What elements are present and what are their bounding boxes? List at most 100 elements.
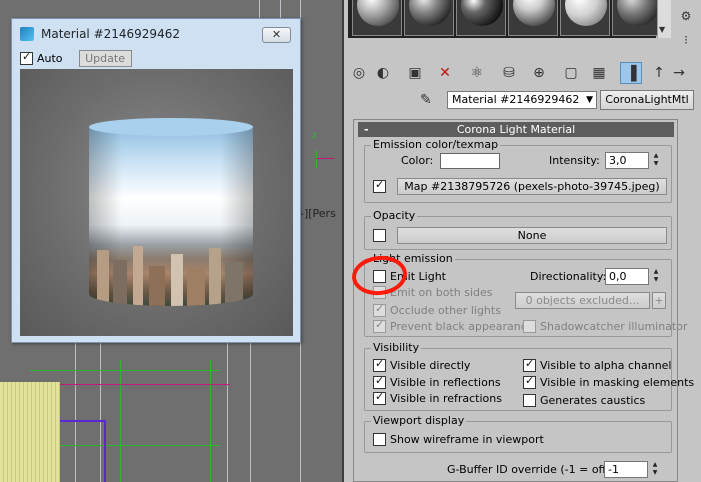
go-forward-icon[interactable]: → bbox=[668, 62, 690, 84]
app-logo-icon bbox=[20, 27, 34, 41]
visible-masking-label: Visible in masking elements bbox=[540, 376, 695, 389]
preview-toolbar: Auto Update bbox=[20, 49, 294, 67]
emission-group: Emission color/texmap Color: Intensity: … bbox=[364, 138, 672, 203]
rollout-header[interactable]: - Corona Light Material bbox=[358, 122, 674, 137]
viewport-display-group: Viewport display Show wireframe in viewp… bbox=[364, 414, 672, 453]
show-shaded-icon[interactable]: ▢ bbox=[560, 62, 582, 84]
corona-light-material-rollout: - Corona Light Material Emission color/t… bbox=[353, 119, 694, 482]
emission-color-swatch[interactable] bbox=[440, 153, 500, 169]
wire-line bbox=[210, 360, 211, 482]
visible-directly-label: Visible directly bbox=[390, 359, 471, 372]
material-name-field[interactable]: Material #2146929462 ▼ bbox=[447, 91, 597, 109]
gbuffer-label: G-Buffer ID override (-1 = off): bbox=[447, 463, 615, 476]
sample-slot[interactable] bbox=[612, 0, 662, 36]
visible-alpha-checkbox[interactable] bbox=[523, 357, 536, 372]
opacity-map-button[interactable]: None bbox=[397, 227, 667, 244]
directionality-input[interactable]: 0,0 bbox=[605, 268, 649, 285]
go-to-parent-icon[interactable]: ↑ bbox=[648, 62, 670, 84]
make-unique-icon[interactable]: ⚛ bbox=[466, 62, 488, 84]
visible-directly-checkbox[interactable] bbox=[373, 357, 386, 372]
grid-line bbox=[280, 0, 281, 20]
sample-slot[interactable] bbox=[456, 0, 506, 36]
intensity-spinner[interactable]: ▲ ▼ bbox=[651, 152, 661, 169]
show-map-icon[interactable]: ▦ bbox=[588, 62, 610, 84]
visible-refractions-label: Visible in refractions bbox=[390, 392, 502, 405]
emit-both-sides-label: Emit on both sides bbox=[390, 286, 493, 299]
update-button[interactable]: Update bbox=[78, 49, 132, 67]
shadowcatcher-label: Shadowcatcher illuminator bbox=[540, 320, 688, 333]
preview-title-bar[interactable]: Material #2146929462 bbox=[12, 19, 300, 49]
visibility-group: Visibility Visible directly Visible to a… bbox=[364, 341, 694, 411]
grid-line bbox=[259, 0, 260, 20]
gbuffer-spinner[interactable]: ▲ ▼ bbox=[650, 461, 660, 478]
reset-map-icon[interactable]: ✕ bbox=[434, 62, 456, 84]
opacity-group-title: Opacity bbox=[371, 209, 418, 222]
chevron-down-icon[interactable]: ▼ bbox=[586, 92, 593, 108]
show-end-result-icon[interactable]: ▐ bbox=[620, 62, 642, 84]
excluded-objects-button[interactable]: 0 objects excluded... bbox=[515, 292, 650, 309]
sample-slots bbox=[348, 0, 662, 38]
visible-alpha-label: Visible to alpha channel bbox=[540, 359, 672, 372]
material-id-channel-icon[interactable]: ⊕ bbox=[528, 62, 550, 84]
generates-caustics-checkbox[interactable] bbox=[523, 394, 536, 407]
sample-uv-icon[interactable]: ⁝ bbox=[678, 32, 694, 48]
visible-reflections-checkbox[interactable] bbox=[373, 374, 386, 389]
preview-cylinder bbox=[89, 126, 253, 306]
visibility-group-title: Visibility bbox=[371, 341, 422, 354]
sample-slot[interactable] bbox=[404, 0, 454, 36]
wire-line bbox=[30, 370, 220, 371]
directionality-label: Directionality: bbox=[530, 270, 607, 283]
sphere-options-icon[interactable]: ⚙ bbox=[678, 8, 694, 24]
grid-line bbox=[100, 343, 101, 482]
put-to-scene-icon[interactable]: ◐ bbox=[372, 62, 394, 84]
eyedropper-icon[interactable]: ✎ bbox=[420, 91, 438, 109]
wire-line bbox=[120, 360, 121, 482]
material-editor-toolbar: ◎ ◐ ▣ ✕ ⚛ ⛁ ⊕ ▢ ▦ ▐ ↑ → bbox=[348, 62, 693, 86]
viewport-object bbox=[0, 382, 60, 482]
collapse-icon[interactable]: - bbox=[364, 122, 369, 137]
light-emission-group: Light emission Emit Light Directionality… bbox=[364, 252, 688, 337]
emission-group-title: Emission color/texmap bbox=[371, 138, 501, 151]
auto-label: Auto bbox=[37, 51, 63, 65]
axis-line bbox=[316, 150, 317, 168]
auto-checkbox[interactable] bbox=[20, 50, 33, 65]
emission-map-checkbox[interactable] bbox=[373, 178, 386, 193]
get-material-icon[interactable]: ◎ bbox=[348, 62, 370, 84]
chevron-down-icon[interactable]: ▼ bbox=[659, 25, 665, 34]
show-wireframe-checkbox[interactable] bbox=[373, 433, 386, 446]
emission-map-button[interactable]: Map #2138795726 (pexels-photo-39745.jpeg… bbox=[397, 178, 667, 195]
gbuffer-input[interactable]: -1 bbox=[604, 461, 648, 478]
axis-z-label: z bbox=[312, 131, 317, 141]
put-to-library-icon[interactable]: ⛁ bbox=[498, 62, 520, 84]
opacity-map-checkbox[interactable] bbox=[373, 229, 386, 242]
material-preview-window[interactable]: Material #2146929462 ✕ Auto Update bbox=[11, 18, 301, 343]
grid-line bbox=[227, 343, 228, 482]
visible-refractions-checkbox[interactable] bbox=[373, 390, 386, 405]
add-exclusion-button[interactable]: + bbox=[652, 292, 666, 309]
wire-line bbox=[104, 420, 106, 482]
close-icon[interactable]: ✕ bbox=[262, 27, 291, 43]
occlude-lights-checkbox[interactable] bbox=[373, 302, 386, 317]
sample-slot[interactable] bbox=[352, 0, 402, 36]
visible-reflections-label: Visible in reflections bbox=[390, 376, 501, 389]
opacity-group: Opacity None bbox=[364, 209, 672, 250]
sample-slot[interactable] bbox=[508, 0, 558, 36]
material-preview-render bbox=[20, 69, 293, 336]
visible-masking-checkbox[interactable] bbox=[523, 374, 536, 389]
occlude-lights-label: Occlude other lights bbox=[390, 304, 501, 317]
rollout-title: Corona Light Material bbox=[456, 123, 576, 136]
shadowcatcher-checkbox[interactable] bbox=[523, 320, 536, 333]
assign-to-selection-icon[interactable]: ▣ bbox=[404, 62, 426, 84]
color-label: Color: bbox=[401, 154, 434, 167]
viewport-label[interactable]: -][Pers bbox=[300, 207, 336, 220]
directionality-spinner[interactable]: ▲ ▼ bbox=[651, 268, 661, 285]
prevent-black-checkbox[interactable] bbox=[373, 318, 386, 333]
axis-line bbox=[316, 158, 334, 159]
grid-line bbox=[75, 343, 76, 482]
intensity-input[interactable]: 3,0 bbox=[605, 152, 649, 169]
material-type-button[interactable]: CoronaLightMtl bbox=[600, 90, 694, 110]
wire-line bbox=[60, 420, 105, 422]
sample-slot[interactable] bbox=[560, 0, 610, 36]
viewport-display-group-title: Viewport display bbox=[371, 414, 467, 427]
prevent-black-label: Prevent black appearance bbox=[390, 320, 534, 333]
